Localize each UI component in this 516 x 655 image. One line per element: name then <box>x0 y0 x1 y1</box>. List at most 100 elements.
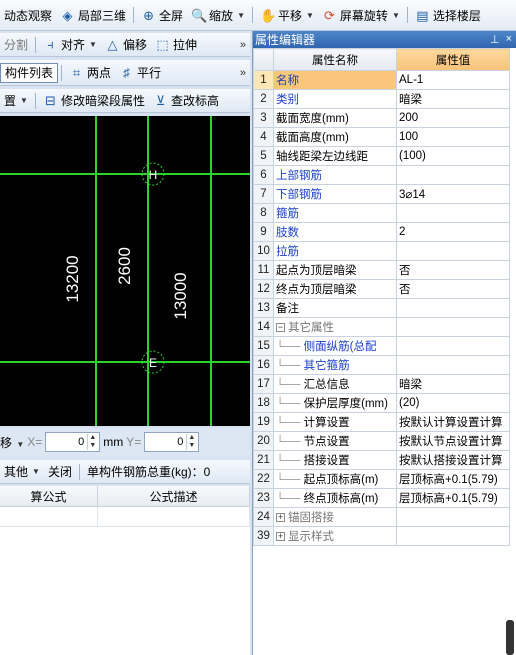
check-elevation-button[interactable]: ⊻ 查改标高 <box>149 90 223 112</box>
split-button[interactable]: 分割 <box>0 34 32 56</box>
property-name[interactable]: └── 计算设置 <box>273 412 397 432</box>
property-value[interactable] <box>396 298 510 318</box>
property-name[interactable]: 下部钢筋 <box>273 184 397 204</box>
property-value[interactable]: (100) <box>396 146 510 166</box>
floor-select-button[interactable]: ▤ 选择楼层 <box>411 4 485 26</box>
property-name[interactable]: 截面宽度(mm) <box>273 108 397 128</box>
table-row[interactable] <box>0 507 250 527</box>
property-value[interactable] <box>396 507 510 527</box>
property-value[interactable]: 否 <box>396 260 510 280</box>
table-row[interactable]: 1 名称 AL-1 <box>253 70 510 90</box>
property-name[interactable]: 终点为顶层暗梁 <box>273 279 397 299</box>
property-name[interactable]: └── 节点设置 <box>273 431 397 451</box>
spin-arrows-icon[interactable]: ▲ ▼ <box>87 434 97 450</box>
layout-button[interactable]: 置 ▼ <box>0 90 32 112</box>
table-row[interactable]: 10 拉筋 <box>253 241 510 261</box>
table-row[interactable]: 22 └── 起点顶标高(m) 层顶标高+0.1(5.79) <box>253 469 510 489</box>
x-input[interactable]: 0 ▲ ▼ <box>45 432 101 452</box>
property-name[interactable]: └── 保护层厚度(mm) <box>273 393 397 413</box>
table-row[interactable]: 12 终点为顶层暗梁 否 <box>253 279 510 299</box>
property-value[interactable]: 层顶标高+0.1(5.79) <box>396 469 510 489</box>
scrollbar[interactable] <box>506 620 514 655</box>
expand-icon[interactable]: + <box>276 532 285 542</box>
table-row[interactable]: 15 └── 侧面纵筋(总配 <box>253 336 510 356</box>
fullscreen-button[interactable]: ⊕ 全屏 <box>137 4 187 26</box>
property-name[interactable]: + 锚固搭接 <box>273 507 397 527</box>
zoom-button[interactable]: 🔍 缩放 ▼ <box>187 4 249 26</box>
orbit-button[interactable]: 动态观察 <box>0 4 56 26</box>
pan-button[interactable]: ✋ 平移 ▼ <box>256 4 318 26</box>
table-row[interactable]: 3 截面宽度(mm) 200 <box>253 108 510 128</box>
property-value[interactable] <box>396 317 510 337</box>
property-name[interactable]: 上部钢筋 <box>273 165 397 185</box>
table-row[interactable]: 21 └── 搭接设置 按默认搭接设置计算 <box>253 450 510 470</box>
stretch-button[interactable]: ⬚ 拉伸 <box>151 34 201 56</box>
table-row[interactable]: 23 └── 终点顶标高(m) 层顶标高+0.1(5.79) <box>253 488 510 508</box>
table-row[interactable]: 6 上部钢筋 <box>253 165 510 185</box>
property-name[interactable]: 轴线距梁左边线距 <box>273 146 397 166</box>
property-name[interactable]: + 显示样式 <box>273 526 397 546</box>
property-value[interactable]: 暗梁 <box>396 374 510 394</box>
table-row[interactable]: 13 备注 <box>253 298 510 318</box>
modify-segment-button[interactable]: ⊟ 修改暗梁段属性 <box>39 90 149 112</box>
close-button[interactable]: 关闭 <box>44 461 76 483</box>
property-name[interactable]: 箍筋 <box>273 203 397 223</box>
collapse-icon[interactable]: − <box>276 323 285 333</box>
property-value[interactable]: AL-1 <box>396 70 510 90</box>
property-name[interactable]: 肢数 <box>273 222 397 242</box>
table-row[interactable]: 9 肢数 2 <box>253 222 510 242</box>
pin-icon[interactable]: ⊥ <box>490 33 500 46</box>
property-name[interactable]: 截面高度(mm) <box>273 127 397 147</box>
property-value[interactable]: 200 <box>396 108 510 128</box>
table-row[interactable]: 19 └── 计算设置 按默认计算设置计算 <box>253 412 510 432</box>
offset-button[interactable]: △ 偏移 <box>101 34 151 56</box>
more-icon[interactable]: » <box>240 67 246 79</box>
table-row[interactable]: 20 └── 节点设置 按默认节点设置计算 <box>253 431 510 451</box>
y-input[interactable]: 0 ▲ ▼ <box>144 432 200 452</box>
property-value[interactable] <box>396 203 510 223</box>
property-name[interactable]: 起点为顶层暗梁 <box>273 260 397 280</box>
table-row[interactable]: 5 轴线距梁左边线距 (100) <box>253 146 510 166</box>
property-name[interactable]: └── 其它箍筋 <box>273 355 397 375</box>
two-point-button[interactable]: ⌗ 两点 <box>65 62 115 84</box>
property-value[interactable]: 3⌀14 <box>396 184 510 204</box>
table-row[interactable]: 11 起点为顶层暗梁 否 <box>253 260 510 280</box>
table-row[interactable]: 14− 其它属性 <box>253 317 510 337</box>
property-value[interactable] <box>396 165 510 185</box>
property-value[interactable] <box>396 336 510 356</box>
property-name[interactable]: └── 搭接设置 <box>273 450 397 470</box>
property-value[interactable]: 否 <box>396 279 510 299</box>
property-name[interactable]: └── 侧面纵筋(总配 <box>273 336 397 356</box>
table-row[interactable]: 39 + 显示样式 <box>253 526 510 546</box>
table-row[interactable]: 24 + 锚固搭接 <box>253 507 510 527</box>
property-name[interactable]: 名称 <box>273 70 397 90</box>
drawing-canvas[interactable]: H E 13200 2600 13000 <box>0 116 250 426</box>
component-list-button[interactable]: 构件列表 <box>0 62 59 83</box>
move-mode-select[interactable]: 移 ▼ <box>0 434 24 451</box>
rotate-screen-button[interactable]: ⟳ 屏幕旋转 ▼ <box>318 4 404 26</box>
more-icon[interactable]: » <box>240 39 246 51</box>
align-button[interactable]: ⫞ 对齐 ▼ <box>39 34 101 56</box>
table-row[interactable]: 7 下部钢筋 3⌀14 <box>253 184 510 204</box>
property-value[interactable]: 按默认搭接设置计算 <box>396 450 510 470</box>
column-header-formula[interactable]: 算公式 <box>0 486 98 506</box>
table-row[interactable]: 2 类别 暗梁 <box>253 89 510 109</box>
property-name[interactable]: └── 终点顶标高(m) <box>273 488 397 508</box>
property-value[interactable]: 暗梁 <box>396 89 510 109</box>
property-value[interactable]: 按默认计算设置计算 <box>396 412 510 432</box>
expand-icon[interactable]: + <box>276 513 285 523</box>
close-icon[interactable]: × <box>506 33 512 46</box>
property-name[interactable]: 备注 <box>273 298 397 318</box>
property-value[interactable]: (20) <box>396 393 510 413</box>
property-value[interactable] <box>396 355 510 375</box>
parallel-button[interactable]: ♯ 平行 <box>115 62 165 84</box>
property-name[interactable]: 拉筋 <box>273 241 397 261</box>
property-name[interactable]: └── 起点顶标高(m) <box>273 469 397 489</box>
table-row[interactable]: 8 箍筋 <box>253 203 510 223</box>
property-value[interactable]: 100 <box>396 127 510 147</box>
property-value[interactable]: 按默认节点设置计算 <box>396 431 510 451</box>
other-button[interactable]: 其他 ▼ <box>0 461 44 483</box>
property-name[interactable]: − 其它属性 <box>273 317 397 337</box>
property-value[interactable] <box>396 526 510 546</box>
column-header-description[interactable]: 公式描述 <box>98 486 250 506</box>
